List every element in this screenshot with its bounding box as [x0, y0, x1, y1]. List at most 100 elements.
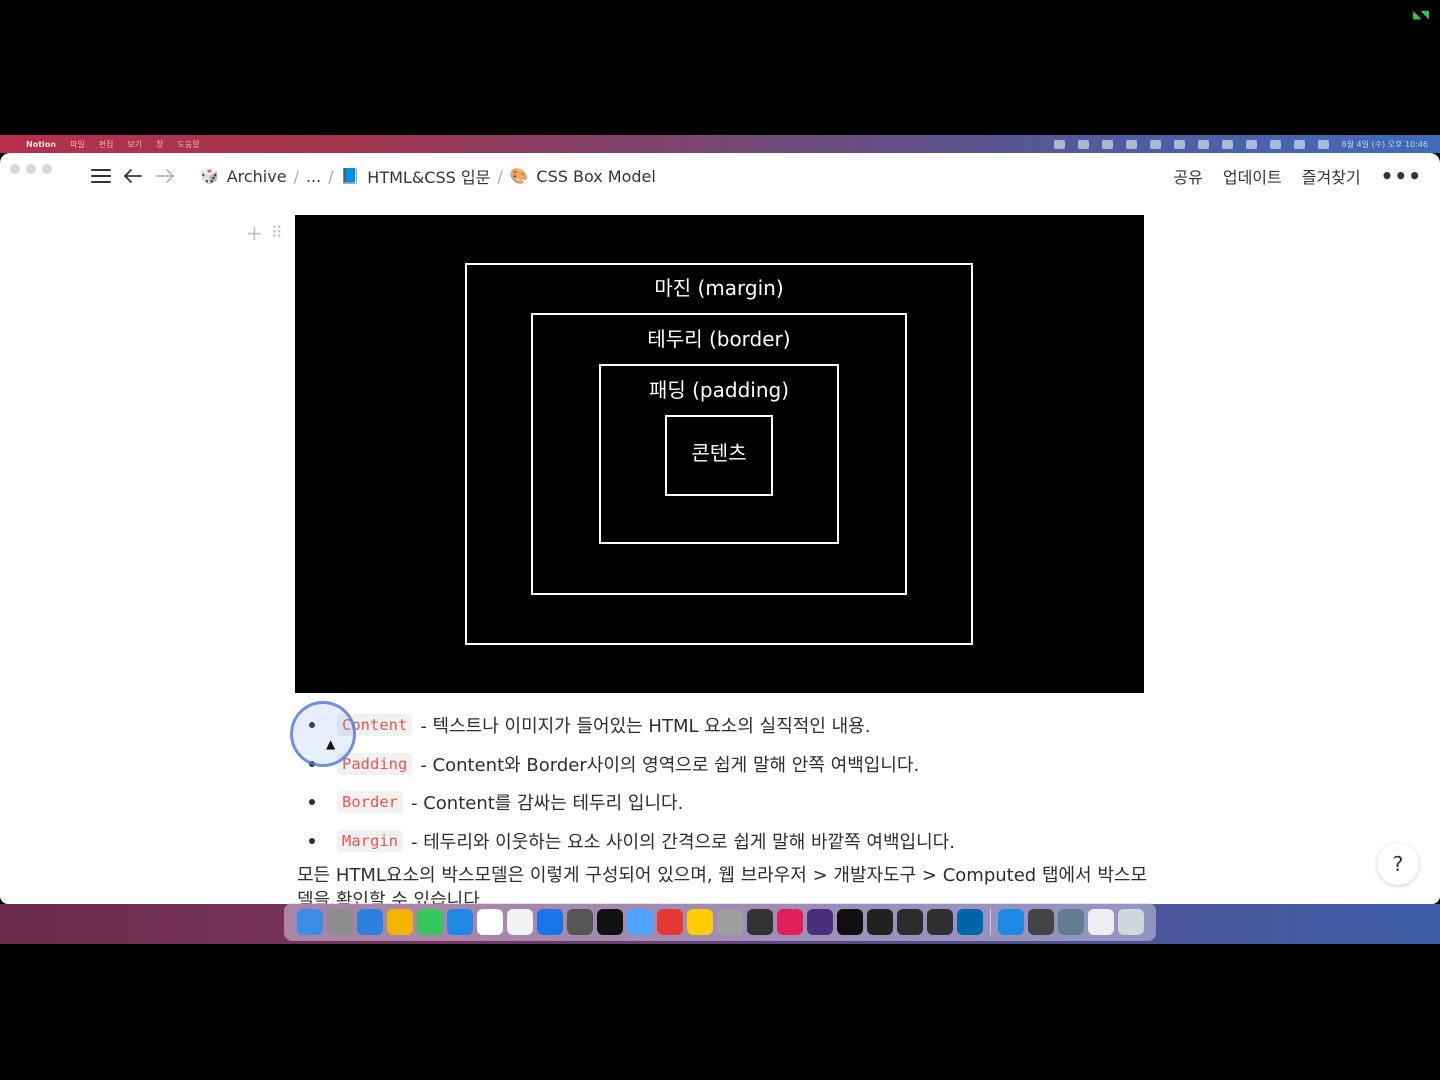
status-icon[interactable]: [1149, 139, 1161, 149]
dock-app-icon[interactable]: [656, 909, 683, 935]
battery-icon[interactable]: [1269, 139, 1281, 149]
breadcrumb-separator: /: [293, 166, 299, 186]
breadcrumb-label: HTML&CSS 입문: [367, 168, 491, 187]
breadcrumb-label: Archive: [226, 166, 287, 186]
menubar-item-view[interactable]: 보기: [127, 139, 142, 150]
dock-app-icon[interactable]: [686, 909, 713, 935]
box-model-diagram: 마진 (margin) 테두리 (border) 패딩 (padding) 콘텐…: [295, 215, 1144, 693]
notion-window: 🎲 Archive / ... / 📘 HTML&CSS 입문 / 🎨 CSS …: [0, 153, 1440, 904]
dock-app-icon[interactable]: [866, 909, 893, 935]
breadcrumb-ellipsis[interactable]: ...: [302, 165, 325, 188]
updates-button[interactable]: 업데이트: [1223, 164, 1282, 188]
minimize-window-button[interactable]: [26, 164, 36, 174]
back-arrow-icon[interactable]: [120, 163, 146, 189]
share-button[interactable]: 공유: [1173, 164, 1202, 188]
menubar-item-help[interactable]: 도움말: [178, 139, 200, 150]
macos-dock: [284, 903, 1156, 941]
breadcrumb-archive[interactable]: 🎲 Archive: [196, 165, 291, 188]
body-paragraph: 모든 HTML요소의 박스모델은 이렇게 구성되어 있으며, 웹 브라우저 > …: [297, 865, 1148, 904]
menubar-item-file[interactable]: 파일: [70, 139, 85, 150]
menubar-clock[interactable]: 8월 4일 (수) 오후 10:46: [1342, 139, 1428, 150]
dock-app-icon[interactable]: [326, 909, 353, 935]
dock-app-icon[interactable]: [1087, 909, 1114, 935]
status-icon[interactable]: [1197, 139, 1209, 149]
dock-app-icon[interactable]: [746, 909, 773, 935]
help-button[interactable]: ?: [1377, 843, 1419, 885]
dock-app-icon[interactable]: [626, 909, 653, 935]
list-item: Padding - Content와 Border사이의 영역으로 쉽게 말해 …: [300, 745, 955, 784]
dock-app-icon[interactable]: [446, 909, 473, 935]
dock-app-icon[interactable]: [836, 909, 863, 935]
click-highlight: [290, 701, 356, 767]
status-icon[interactable]: [1245, 139, 1257, 149]
border-label: 테두리 (border): [647, 327, 790, 351]
bullet-icon: [309, 799, 315, 806]
dock-app-icon[interactable]: [956, 909, 983, 935]
palette-icon: 🎨: [509, 167, 529, 185]
notion-topbar: 🎲 Archive / ... / 📘 HTML&CSS 입문 / 🎨 CSS …: [88, 153, 1422, 199]
dock-app-icon[interactable]: [296, 909, 323, 935]
list-item: Margin - 테두리와 이웃하는 요소 사이의 간격으로 쉽게 말해 바깥쪽…: [300, 822, 955, 861]
dock-app-icon[interactable]: [506, 909, 533, 935]
menubar-status-area: 8월 4일 (수) 오후 10:46: [1053, 139, 1428, 150]
mouse-cursor-icon: ▲: [326, 737, 336, 751]
forward-arrow-icon[interactable]: [152, 163, 178, 189]
menubar-item-window[interactable]: 창: [156, 139, 163, 150]
box-model-bullet-list: Content - 텍스트나 이미지가 들어있는 HTML 요소의 실직적인 내…: [300, 706, 955, 860]
dock-app-icon[interactable]: [596, 909, 623, 935]
list-item-text: - Content와 Border사이의 영역으로 쉽게 말해 안쪽 여백입니다…: [420, 754, 920, 776]
status-icon[interactable]: [1053, 139, 1065, 149]
window-traffic-lights: [10, 164, 52, 174]
screen: ◣◥ Notion 파일 편집 보기 창 도움말 8월 4일 (수) 오후 10…: [0, 0, 1440, 1080]
dock-app-icon[interactable]: [566, 909, 593, 935]
breadcrumb-html-css[interactable]: 📘 HTML&CSS 입문: [337, 162, 495, 190]
dock-app-icon[interactable]: [716, 909, 743, 935]
breadcrumb-separator: /: [328, 166, 334, 186]
dock-app-icon[interactable]: [476, 909, 503, 935]
margin-label: 마진 (margin): [654, 276, 783, 300]
list-item: Border - Content를 감싸는 테두리 입니다.: [300, 783, 955, 822]
add-block-icon[interactable]: +: [246, 223, 263, 243]
favorite-button[interactable]: 즐겨찾기: [1302, 164, 1361, 188]
block-handles: + ⠿: [246, 223, 282, 243]
menubar-app-name[interactable]: Notion: [26, 140, 56, 149]
drag-handle-icon[interactable]: ⠿: [271, 223, 283, 243]
status-icon[interactable]: [1221, 139, 1233, 149]
breadcrumb-css-box-model[interactable]: 🎨 CSS Box Model: [506, 165, 660, 188]
breadcrumb-label: CSS Box Model: [536, 166, 656, 186]
dock-app-icon[interactable]: [997, 909, 1024, 935]
dock-app-icon[interactable]: [536, 909, 563, 935]
list-item-text: - 텍스트나 이미지가 들어있는 HTML 요소의 실직적인 내용.: [420, 716, 871, 738]
sidebar-toggle-icon[interactable]: [88, 163, 114, 189]
status-icon[interactable]: [1173, 139, 1185, 149]
dock-app-icon[interactable]: [416, 909, 443, 935]
book-icon: 📘: [340, 167, 360, 185]
control-center-icon[interactable]: [1317, 139, 1329, 149]
close-window-button[interactable]: [10, 164, 20, 174]
list-item: Content - 텍스트나 이미지가 들어있는 HTML 요소의 실직적인 내…: [300, 706, 955, 745]
search-icon[interactable]: [1293, 139, 1305, 149]
menubar-item-edit[interactable]: 편집: [99, 139, 114, 150]
fullscreen-toggle-icon[interactable]: ◣◥: [1413, 8, 1429, 21]
breadcrumb-separator: /: [497, 166, 503, 186]
dock-app-icon[interactable]: [386, 909, 413, 935]
topbar-actions: 공유 업데이트 즐겨찾기 •••: [1173, 164, 1422, 188]
list-item-text: - Content를 감싸는 테두리 입니다.: [411, 793, 684, 815]
dock-app-icon[interactable]: [356, 909, 383, 935]
more-options-icon[interactable]: •••: [1381, 164, 1422, 188]
status-icon[interactable]: [1077, 139, 1089, 149]
macos-menubar: Notion 파일 편집 보기 창 도움말 8월 4일 (수) 오후 10:46: [0, 135, 1440, 153]
dock-app-icon[interactable]: [1057, 909, 1084, 935]
dock-app-icon[interactable]: [1117, 909, 1144, 935]
dock-app-icon[interactable]: [806, 909, 833, 935]
dock-app-icon[interactable]: [776, 909, 803, 935]
dock-divider: [989, 909, 991, 935]
zoom-window-button[interactable]: [42, 164, 52, 174]
status-icon[interactable]: [1125, 139, 1137, 149]
padding-label: 패딩 (padding): [649, 378, 789, 402]
status-icon[interactable]: [1101, 139, 1113, 149]
inline-code: Margin: [337, 829, 403, 852]
dock-app-icon[interactable]: [896, 909, 923, 935]
dock-app-icon[interactable]: [1027, 909, 1054, 935]
dock-app-icon[interactable]: [926, 909, 953, 935]
